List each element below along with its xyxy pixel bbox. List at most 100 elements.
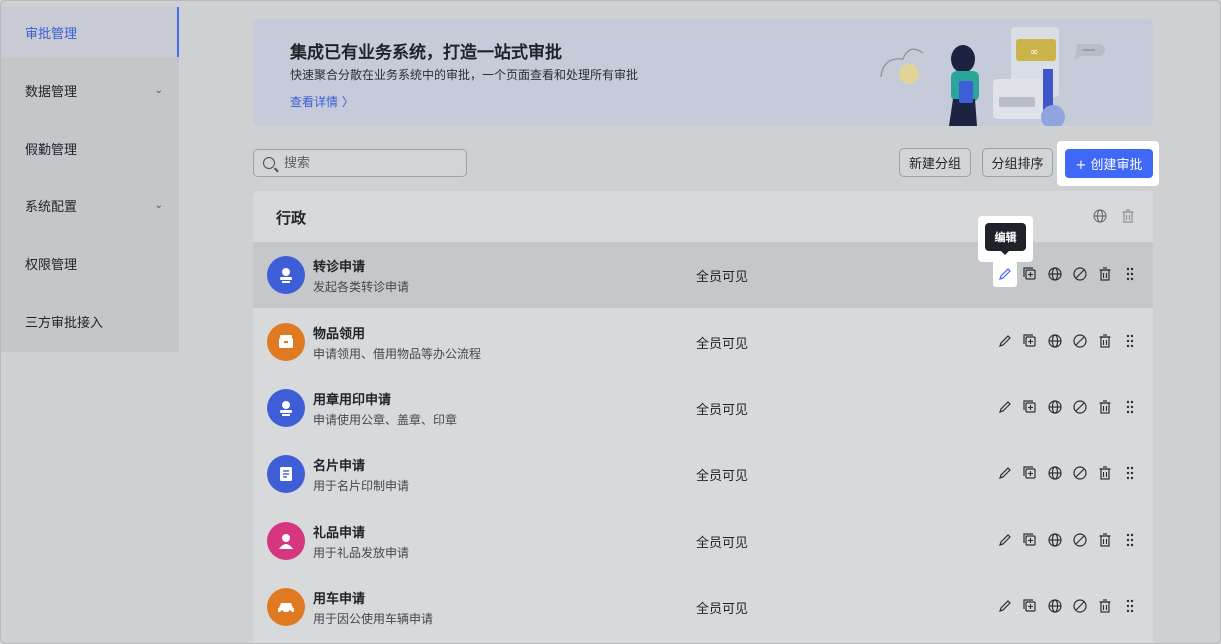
drag-handle-icon[interactable]	[1121, 597, 1139, 615]
item-description: 发起各类转诊申请	[313, 280, 410, 294]
row-actions	[996, 597, 1139, 615]
globe-icon[interactable]	[1046, 398, 1064, 416]
trash-icon[interactable]	[1096, 531, 1114, 549]
item-description: 用于礼品发放申请	[313, 546, 410, 560]
sidebar-item-label: 审批管理	[25, 26, 78, 42]
list-item[interactable]: 用章用印申请 申请使用公章、盖章、印章 全员可见	[253, 375, 1153, 441]
trash-icon[interactable]	[1096, 597, 1114, 615]
group-actions	[1091, 207, 1137, 225]
row-actions	[993, 261, 1139, 287]
item-visibility: 全员可见	[696, 602, 749, 617]
trash-icon[interactable]	[1096, 332, 1114, 350]
tooltip-text: 编辑	[985, 223, 1026, 255]
svg-text:∞: ∞	[1030, 47, 1038, 58]
item-name: 转诊申请	[313, 260, 366, 275]
item-name: 名片申请	[313, 459, 366, 474]
item-visibility: 全员可见	[696, 270, 749, 285]
disable-icon[interactable]	[1071, 398, 1089, 416]
item-visibility: 全员可见	[696, 403, 749, 418]
search-icon	[263, 157, 275, 169]
item-visibility: 全员可见	[696, 469, 749, 484]
row-actions	[996, 332, 1139, 350]
edit-icon[interactable]	[996, 398, 1014, 416]
banner-illustration: ∞	[880, 27, 1105, 126]
car-icon	[267, 588, 305, 626]
create-approval-button[interactable]: + 创建审批	[1065, 149, 1153, 178]
sidebar-item-system-config[interactable]: 系统配置 ⌄	[1, 180, 179, 230]
stamp-icon	[267, 389, 305, 427]
sidebar-item-permissions[interactable]: 权限管理	[1, 238, 179, 288]
copy-icon[interactable]	[1021, 398, 1039, 416]
list-item[interactable]: 名片申请 用于名片印制申请 全员可见	[253, 441, 1153, 507]
disable-icon[interactable]	[1071, 531, 1089, 549]
row-actions	[996, 531, 1139, 549]
copy-icon[interactable]	[1021, 332, 1039, 350]
app-window: 审批管理 数据管理 ⌄ 假勤管理 系统配置 ⌄ 权限管理 三方审批接入 集成已有…	[0, 0, 1221, 644]
banner-subtitle: 快速聚合分散在业务系统中的审批，一个页面查看和处理所有审批	[290, 68, 639, 82]
drag-handle-icon[interactable]	[1121, 464, 1139, 482]
item-name: 物品领用	[313, 327, 366, 342]
edit-icon[interactable]	[993, 261, 1017, 287]
item-description: 用于名片印制申请	[313, 479, 410, 493]
list-item[interactable]: 物品领用 申请领用、借用物品等办公流程 全员可见	[253, 309, 1153, 375]
sidebar-item-approval[interactable]: 审批管理	[1, 7, 179, 57]
card-icon	[267, 455, 305, 493]
sidebar-item-label: 数据管理	[25, 84, 78, 100]
list-item[interactable]: 礼品申请 用于礼品发放申请 全员可见	[253, 508, 1153, 574]
trash-icon[interactable]	[1119, 207, 1137, 225]
drag-handle-icon[interactable]	[1121, 332, 1139, 350]
disable-icon[interactable]	[1071, 464, 1089, 482]
drag-handle-icon[interactable]	[1121, 531, 1139, 549]
sidebar-item-label: 三方审批接入	[25, 315, 104, 331]
drag-handle-icon[interactable]	[1121, 265, 1139, 283]
edit-icon[interactable]	[996, 597, 1014, 615]
trash-icon[interactable]	[1096, 265, 1114, 283]
chevron-down-icon: ⌄	[154, 84, 163, 96]
item-visibility: 全员可见	[696, 536, 749, 551]
item-name: 礼品申请	[313, 526, 366, 541]
copy-icon[interactable]	[1021, 464, 1039, 482]
banner-title: 集成已有业务系统，打造一站式审批	[290, 43, 562, 63]
trash-icon[interactable]	[1096, 464, 1114, 482]
search-input[interactable]	[282, 154, 456, 172]
disable-icon[interactable]	[1071, 265, 1089, 283]
copy-icon[interactable]	[1021, 265, 1039, 283]
edit-icon[interactable]	[996, 464, 1014, 482]
sort-group-button[interactable]: 分组排序	[982, 148, 1053, 177]
group-title: 行政	[276, 209, 307, 227]
copy-icon[interactable]	[1021, 531, 1039, 549]
list-item[interactable]: 用车申请 用于因公使用车辆申请 全员可见	[253, 574, 1153, 640]
trash-icon[interactable]	[1096, 398, 1114, 416]
drag-handle-icon[interactable]	[1121, 398, 1139, 416]
item-description: 用于因公使用车辆申请	[313, 612, 434, 626]
row-actions	[996, 398, 1139, 416]
person-icon	[267, 522, 305, 560]
item-name: 用章用印申请	[313, 393, 392, 408]
sidebar-item-label: 权限管理	[25, 257, 78, 273]
globe-icon[interactable]	[1046, 531, 1064, 549]
globe-icon[interactable]	[1046, 265, 1064, 283]
sidebar-item-attendance[interactable]: 假勤管理	[1, 123, 179, 173]
edit-icon[interactable]	[996, 531, 1014, 549]
sidebar: 审批管理 数据管理 ⌄ 假勤管理 系统配置 ⌄ 权限管理 三方审批接入	[1, 7, 179, 352]
item-visibility: 全员可见	[696, 337, 749, 352]
search-box[interactable]	[253, 149, 467, 177]
edit-icon[interactable]	[996, 332, 1014, 350]
copy-icon[interactable]	[1021, 597, 1039, 615]
item-name: 用车申请	[313, 592, 366, 607]
sidebar-item-label: 系统配置	[25, 199, 78, 215]
globe-icon[interactable]	[1046, 597, 1064, 615]
globe-icon[interactable]	[1046, 464, 1064, 482]
box-icon	[267, 323, 305, 361]
disable-icon[interactable]	[1071, 597, 1089, 615]
chevron-down-icon: ⌄	[154, 199, 163, 211]
disable-icon[interactable]	[1071, 332, 1089, 350]
new-group-button[interactable]: 新建分组	[899, 148, 971, 177]
create-button-highlight: + 创建审批	[1057, 141, 1159, 186]
sidebar-item-data[interactable]: 数据管理 ⌄	[1, 65, 179, 115]
user-badge-icon	[267, 256, 305, 294]
sidebar-item-third-party[interactable]: 三方审批接入	[1, 296, 179, 346]
globe-icon[interactable]	[1091, 207, 1109, 225]
banner-details-link[interactable]: 查看详情 〉	[290, 93, 354, 110]
globe-icon[interactable]	[1046, 332, 1064, 350]
